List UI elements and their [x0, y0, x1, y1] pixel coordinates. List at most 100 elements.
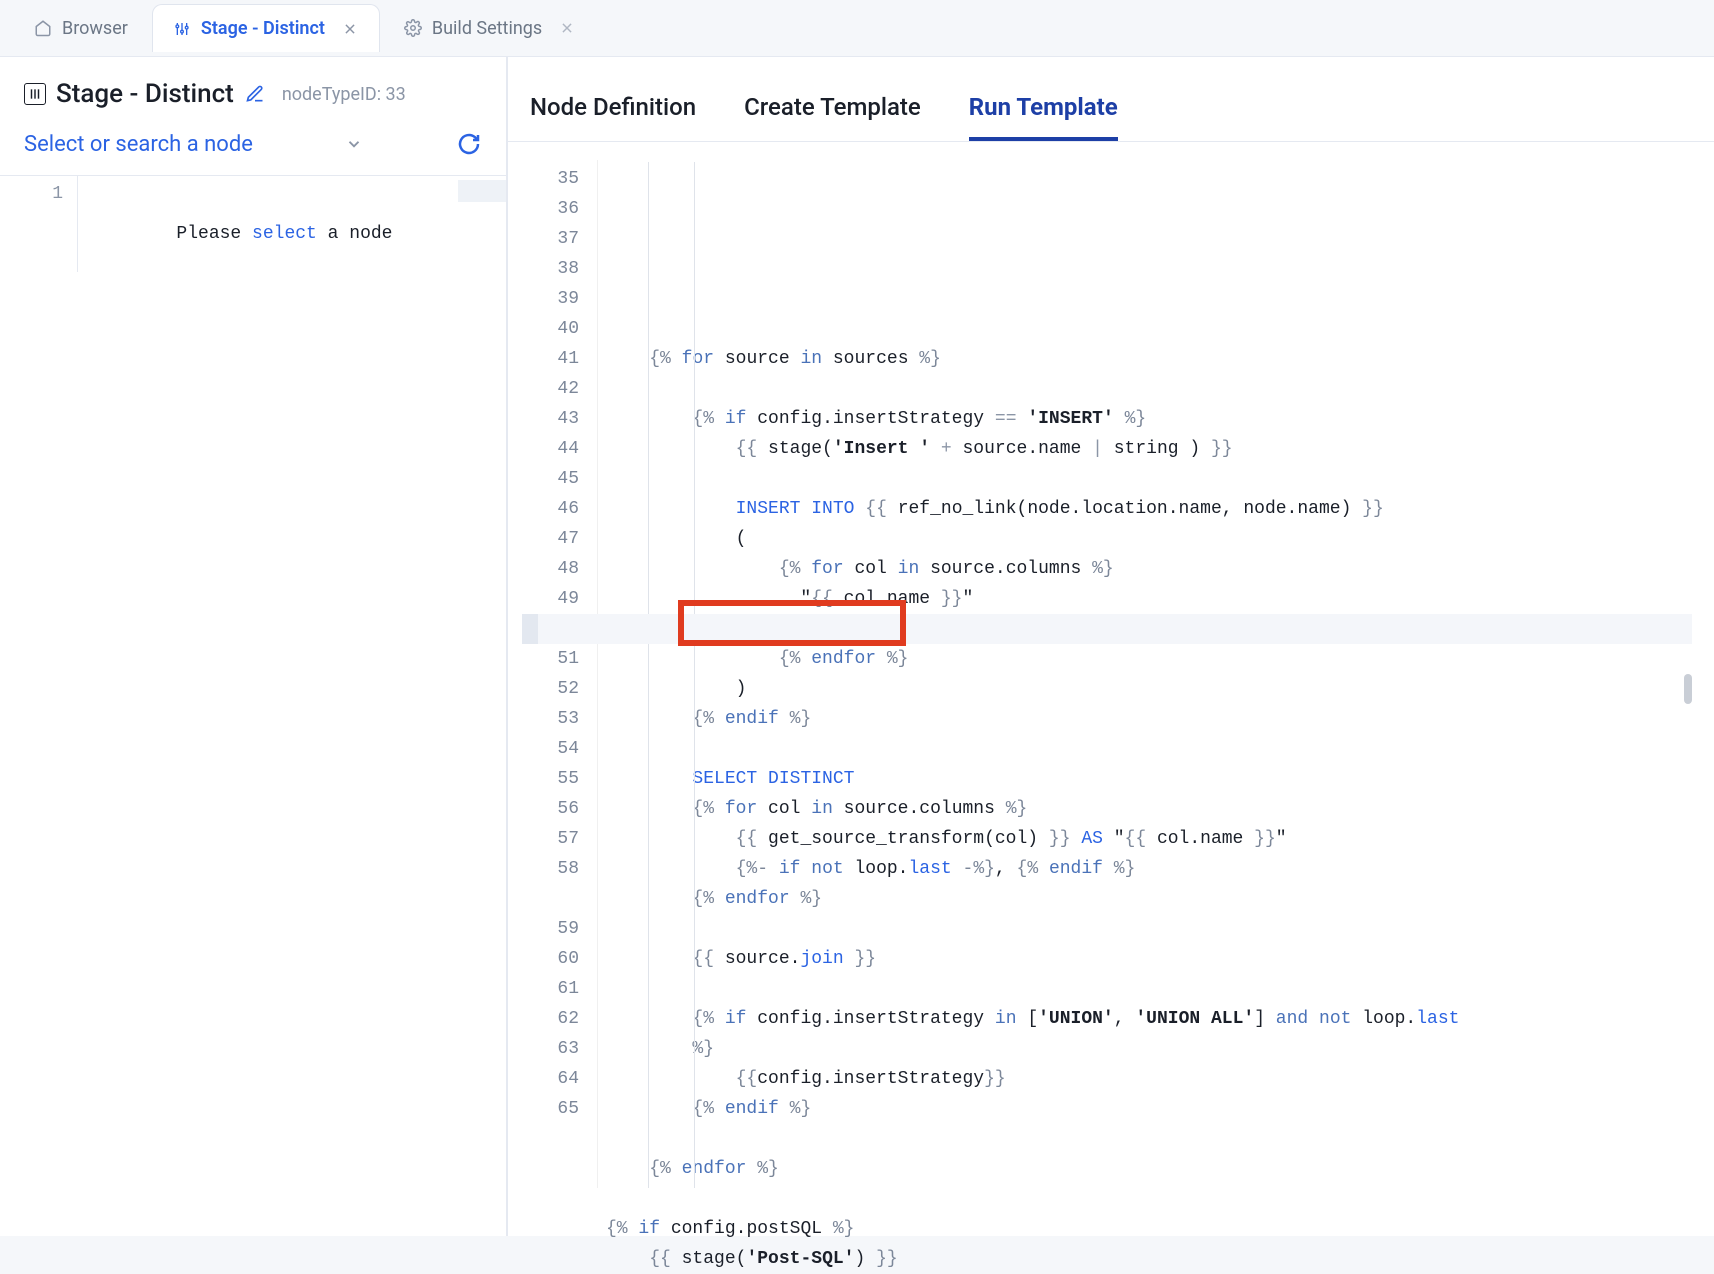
line-number: 59 — [530, 914, 597, 944]
close-icon[interactable] — [341, 20, 359, 38]
edit-icon[interactable] — [244, 83, 266, 105]
line-number: 36 — [530, 194, 597, 224]
code-line[interactable] — [606, 1124, 1692, 1154]
line-number: 60 — [530, 944, 597, 974]
line-number: 38 — [530, 254, 597, 284]
line-number: 56 — [530, 794, 597, 824]
content-tabs: Node Definition Create Template Run Temp… — [508, 57, 1714, 142]
highlight-annotation — [678, 600, 906, 646]
line-number: 37 — [530, 224, 597, 254]
line-number: 51 — [530, 644, 597, 674]
editor-gutter: 3536373839404142434445464748495051525354… — [530, 160, 598, 1188]
code-line[interactable]: {% if config.postSQL %} — [606, 1214, 1692, 1244]
tab-browser-label: Browser — [62, 18, 128, 39]
code-line[interactable]: {% if config.insertStrategy == 'INSERT' … — [606, 404, 1692, 434]
refresh-icon[interactable] — [456, 131, 482, 157]
tab-stage-label: Stage - Distinct — [201, 18, 325, 39]
line-number — [530, 884, 597, 914]
code-line[interactable]: {% for source in sources %} — [606, 344, 1692, 374]
code-line[interactable]: {%- if not loop.last -%}, {% endif %} — [606, 854, 1692, 884]
line-number: 43 — [530, 404, 597, 434]
code-line[interactable]: {{ source.join }} — [606, 944, 1692, 974]
content-area: Node Definition Create Template Run Temp… — [508, 57, 1714, 1236]
line-number: 64 — [530, 1064, 597, 1094]
line-number: 54 — [530, 734, 597, 764]
line-number: 53 — [530, 704, 597, 734]
line-number: 42 — [530, 374, 597, 404]
node-selector[interactable]: Select or search a node — [24, 132, 253, 157]
mini-editor[interactable]: 1 Please select a node — [0, 175, 506, 272]
code-line[interactable] — [606, 314, 1692, 344]
line-number: 62 — [530, 1004, 597, 1034]
tab-stage-distinct[interactable]: Stage - Distinct — [152, 4, 380, 52]
line-number: 65 — [530, 1094, 597, 1124]
code-line[interactable]: {% if config.insertStrategy in ['UNION',… — [606, 1004, 1692, 1034]
mini-code-selection — [458, 180, 506, 202]
mini-code[interactable]: Please select a node — [78, 176, 506, 272]
code-line[interactable]: {% for col in source.columns %} — [606, 794, 1692, 824]
node-type-id: nodeTypeID: 33 — [282, 84, 406, 105]
line-number: 44 — [530, 434, 597, 464]
code-editor[interactable]: 3536373839404142434445464748495051525354… — [530, 160, 1692, 1188]
chevron-down-icon[interactable] — [344, 134, 364, 154]
code-line[interactable]: {% endfor %} — [606, 1154, 1692, 1184]
tab-bar: Browser Stage - Distinct Build Settings — [0, 0, 1714, 56]
code-line[interactable]: {% endif %} — [606, 1094, 1692, 1124]
code-line[interactable]: {{ stage('Insert ' + source.name | strin… — [606, 434, 1692, 464]
mini-line-number: 1 — [0, 184, 63, 204]
code-line[interactable]: {% for col in source.columns %} — [606, 554, 1692, 584]
page-header: Stage - Distinct nodeTypeID: 33 — [0, 57, 506, 117]
line-number: 57 — [530, 824, 597, 854]
code-line[interactable] — [606, 734, 1692, 764]
close-icon[interactable] — [558, 19, 576, 37]
tab-build-settings[interactable]: Build Settings — [384, 4, 596, 52]
code-line[interactable]: {{config.insertStrategy}} — [606, 1064, 1692, 1094]
code-line[interactable]: %} — [606, 1034, 1692, 1064]
scrollbar-thumb[interactable] — [1684, 674, 1692, 704]
editor-code[interactable]: {% for source in sources %} {% if config… — [598, 160, 1692, 1188]
sidebar: Stage - Distinct nodeTypeID: 33 Select o… — [0, 57, 508, 1236]
line-number: 35 — [530, 164, 597, 194]
line-number: 41 — [530, 344, 597, 374]
code-line[interactable] — [606, 974, 1692, 1004]
line-number: 45 — [530, 464, 597, 494]
node-selector-label: Select or search a node — [24, 132, 253, 157]
tab-run-template[interactable]: Run Template — [969, 93, 1118, 141]
code-line[interactable] — [606, 1184, 1692, 1214]
code-line[interactable]: {% endfor %} — [606, 884, 1692, 914]
code-line[interactable]: {% endif %} — [606, 704, 1692, 734]
line-number: 47 — [530, 524, 597, 554]
tab-build-label: Build Settings — [432, 18, 542, 39]
mini-gutter: 1 — [0, 176, 78, 272]
code-line[interactable] — [606, 464, 1692, 494]
line-number: 39 — [530, 284, 597, 314]
line-number: 52 — [530, 674, 597, 704]
line-number: 61 — [530, 974, 597, 1004]
line-number: 49 — [530, 584, 597, 614]
code-line[interactable]: ( — [606, 524, 1692, 554]
code-line[interactable]: SELECT DISTINCT — [606, 764, 1692, 794]
sliders-icon — [24, 83, 46, 105]
line-number: 40 — [530, 314, 597, 344]
sliders-icon — [173, 20, 191, 38]
code-line[interactable]: {{ stage('Post-SQL') }} — [606, 1244, 1692, 1274]
tab-node-definition[interactable]: Node Definition — [530, 93, 696, 141]
gear-icon — [404, 19, 422, 37]
code-line[interactable] — [606, 914, 1692, 944]
code-line[interactable]: {{ get_source_transform(col) }} AS "{{ c… — [606, 824, 1692, 854]
node-selector-row: Select or search a node — [0, 117, 506, 175]
line-number: 48 — [530, 554, 597, 584]
line-number: 63 — [530, 1034, 597, 1064]
code-line[interactable]: ) — [606, 674, 1692, 704]
code-line[interactable] — [606, 374, 1692, 404]
line-number: 46 — [530, 494, 597, 524]
code-line[interactable]: INSERT INTO {{ ref_no_link(node.location… — [606, 494, 1692, 524]
code-line[interactable]: {% endfor %} — [606, 644, 1692, 674]
main-area: Stage - Distinct nodeTypeID: 33 Select o… — [0, 56, 1714, 1236]
tab-create-template[interactable]: Create Template — [744, 93, 921, 141]
tab-browser[interactable]: Browser — [14, 4, 148, 52]
line-number: 55 — [530, 764, 597, 794]
page-title: Stage - Distinct — [56, 79, 234, 109]
home-icon — [34, 19, 52, 37]
line-number: 58 — [530, 854, 597, 884]
